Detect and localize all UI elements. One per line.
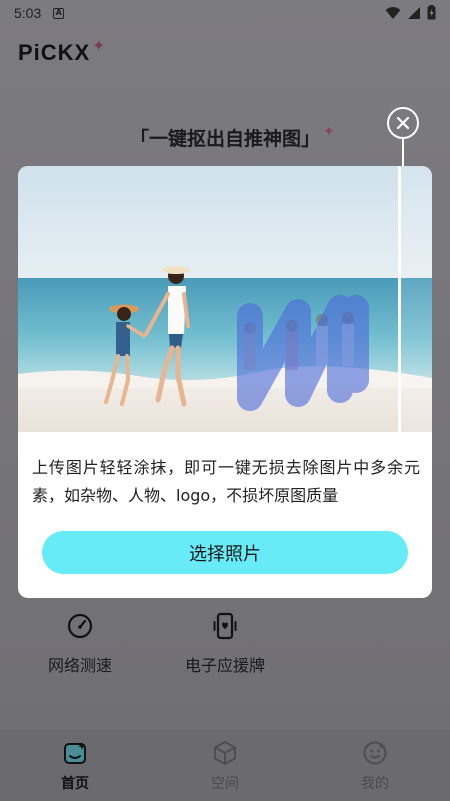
nav-home[interactable]: 首页 (0, 730, 150, 801)
feature-network-speed[interactable]: 网络测速 (20, 612, 140, 676)
phone-sign-icon (213, 612, 237, 640)
feature-e-sign[interactable]: 电子应援牌 (165, 612, 285, 676)
feature-label: 电子应援牌 (184, 656, 265, 675)
sparkle-icon: ✦ (92, 36, 106, 55)
face-icon (363, 741, 387, 765)
status-bar: 5:03 A (0, 0, 450, 26)
bottom-nav: 首页 空间 我的 (0, 730, 450, 801)
battery-icon (427, 5, 436, 20)
wifi-icon (385, 6, 401, 19)
nav-label: 首页 (61, 776, 89, 792)
nav-label: 我的 (361, 776, 389, 792)
status-icons (385, 5, 436, 20)
speedometer-icon (67, 613, 93, 639)
app-logo: PiCKX (18, 40, 91, 65)
a-box-icon: A (53, 7, 65, 19)
banner-title: 「一键抠出自推神图」 (129, 128, 320, 150)
close-button[interactable] (387, 107, 419, 139)
close-connector (402, 139, 404, 167)
status-time: 5:03 (14, 5, 42, 21)
demo-beach-image (18, 166, 432, 432)
intro-modal: 上传图片轻轻涂抹，即可一键无损去除图片中多余元素，如杂物、人物、logo，不损坏… (18, 166, 432, 598)
home-icon (64, 742, 86, 764)
sparkle-icon: ✦ (323, 124, 335, 140)
choose-photo-button[interactable]: 选择照片 (42, 531, 408, 574)
nav-space[interactable]: 空间 (150, 730, 300, 801)
feature-label: 网络测速 (47, 656, 112, 675)
close-icon (396, 116, 410, 130)
nav-profile[interactable]: 我的 (300, 730, 450, 801)
cube-icon (214, 741, 236, 765)
modal-description: 上传图片轻轻涂抹，即可一键无损去除图片中多余元素，如杂物、人物、logo，不损坏… (32, 458, 420, 505)
nav-label: 空间 (211, 776, 239, 792)
signal-icon (408, 6, 420, 19)
